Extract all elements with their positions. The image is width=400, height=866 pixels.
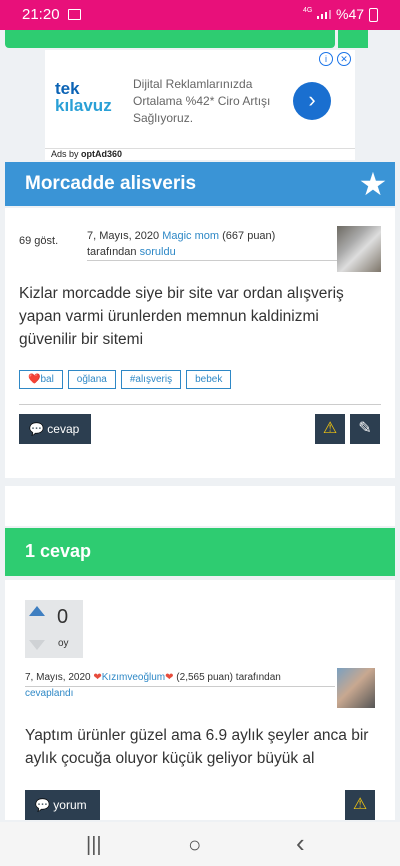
ad-info-icon[interactable]: i: [319, 52, 333, 66]
pencil-icon: ✎: [358, 420, 372, 437]
question-title: Morcadde alisveris: [25, 173, 197, 194]
network-type: 4G: [303, 7, 313, 14]
answer-card: 0 oy 7, Mayıs, 2020 ❤Kızımveoğlum❤ (2,56…: [5, 580, 395, 820]
answer-author-avatar[interactable]: [337, 668, 375, 708]
vote-box: 0 oy: [25, 600, 83, 658]
vote-count: 0: [57, 606, 69, 628]
heart-icon: ❤: [93, 672, 102, 683]
view-count: 69 göst.: [19, 235, 59, 247]
battery-icon: [369, 8, 378, 22]
answer-action-link[interactable]: cevaplandı: [25, 688, 73, 699]
battery-percent: %47: [336, 6, 365, 22]
back-icon[interactable]: ‹: [296, 828, 305, 859]
ads-by-label: Ads by optAd360: [45, 148, 355, 160]
tag[interactable]: #alışveriş: [120, 370, 182, 389]
ad-logo-top: tek: [55, 79, 80, 98]
favorite-star-icon[interactable]: ★: [351, 162, 395, 206]
tag[interactable]: ❤️bal: [19, 370, 63, 389]
comment-icon: 💬: [35, 798, 50, 812]
question-author-link[interactable]: Magic mom: [162, 230, 219, 242]
vote-up-icon[interactable]: [29, 606, 45, 616]
tag[interactable]: bebek: [186, 370, 232, 389]
ad-controls: i ✕: [319, 52, 351, 66]
question-date: 7, Mayıs, 2020: [87, 230, 160, 242]
answer-meta-divider: [25, 686, 335, 687]
answer-button[interactable]: 💬 cevap: [19, 414, 91, 444]
heart-icon: ❤: [165, 672, 174, 683]
answer-author-link[interactable]: Kızımveoğlum: [102, 672, 165, 683]
ad-text: Dijital Reklamlarınızda Ortalama %42* Ci…: [133, 77, 271, 125]
ad-go-button[interactable]: ›: [293, 82, 331, 120]
tag-list: ❤️bal oğlana #alışveriş bebek: [19, 370, 232, 389]
spacer-card: [5, 486, 395, 526]
system-nav-bar: ||| ○ ‹: [0, 822, 400, 866]
answer-body: Yaptım ürünler güzel ama 6.9 aylık şeyle…: [25, 727, 369, 767]
image-notification-icon: [68, 9, 81, 20]
question-action-link[interactable]: soruldu: [140, 246, 176, 258]
recent-apps-icon[interactable]: |||: [86, 834, 102, 857]
ad-logo: tek kılavuz: [55, 80, 112, 114]
warning-icon: ⚠: [352, 796, 368, 813]
vote-label: oy: [58, 638, 69, 649]
warning-icon: ⚠: [322, 420, 338, 437]
signal-icon: [317, 10, 331, 19]
meta-divider: [87, 260, 337, 261]
comment-button[interactable]: 💬 yorum: [25, 790, 100, 820]
comment-icon: 💬: [29, 422, 44, 436]
question-body: Kizlar morcadde siye bir site var ordan …: [19, 285, 344, 348]
ad-close-icon[interactable]: ✕: [337, 52, 351, 66]
question-card: 69 göst. 7, Mayıs, 2020 Magic mom (667 p…: [5, 208, 395, 478]
home-icon[interactable]: ○: [188, 832, 201, 858]
tag[interactable]: oğlana: [67, 370, 116, 389]
answer-author-points: (2,565 puan): [176, 672, 234, 683]
answer-by: tarafından: [235, 672, 281, 683]
ads-by-text: Ads by: [51, 149, 79, 159]
top-menu-strip[interactable]: [5, 30, 335, 48]
question-author-avatar[interactable]: [337, 226, 381, 272]
answer-button-label: cevap: [47, 422, 80, 436]
status-bar: 21:20 4G %47: [0, 0, 400, 30]
answer-date: 7, Mayıs, 2020: [25, 672, 91, 683]
question-author-points: (667 puan): [222, 230, 276, 242]
comment-button-label: yorum: [53, 798, 87, 812]
search-button[interactable]: [338, 30, 368, 48]
vote-down-icon[interactable]: [29, 640, 45, 650]
status-time: 21:20: [22, 6, 60, 23]
answers-count: 1 cevap: [25, 541, 92, 561]
report-answer-button[interactable]: ⚠: [345, 790, 375, 820]
question-meta: 7, Mayıs, 2020 Magic mom (667 puan) tara…: [87, 228, 337, 260]
report-button[interactable]: ⚠: [315, 414, 345, 444]
ad-logo-bottom: kılavuz: [55, 96, 112, 115]
question-by: tarafından: [87, 246, 137, 258]
advertisement[interactable]: i ✕ tek kılavuz Dijital Reklamlarınızda …: [45, 50, 355, 160]
edit-button[interactable]: ✎: [350, 414, 380, 444]
ads-provider[interactable]: optAd360: [81, 149, 122, 159]
question-title-bar: Morcadde alisveris ★: [5, 162, 395, 206]
tags-divider: [19, 404, 381, 405]
answers-header: 1 cevap: [5, 528, 395, 576]
